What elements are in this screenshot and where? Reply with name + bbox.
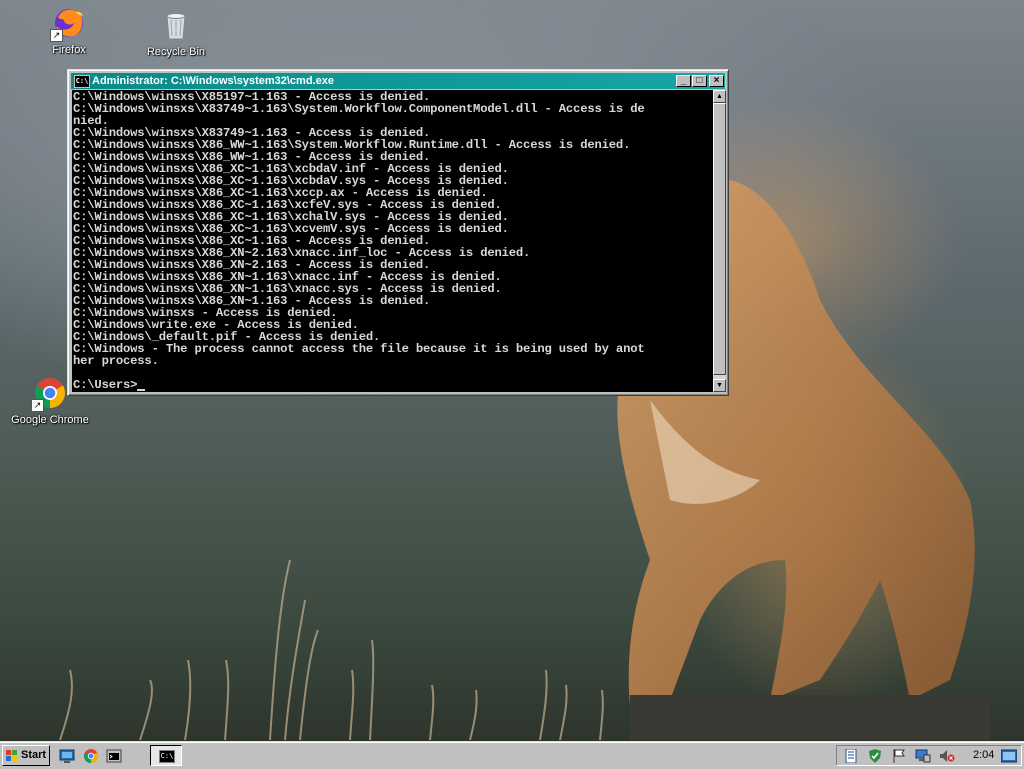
show-desktop-tray-icon[interactable] bbox=[1001, 749, 1017, 763]
volume-muted-icon[interactable] bbox=[939, 749, 955, 763]
console-output[interactable]: C:\Windows\winsxs\X85197~1.163 - Access … bbox=[72, 90, 713, 392]
shield-check-icon[interactable] bbox=[867, 749, 883, 763]
console-line: her process. bbox=[73, 354, 159, 368]
cmd-icon[interactable] bbox=[106, 748, 122, 764]
firefox-icon: ↗ bbox=[50, 6, 86, 42]
windows-logo-icon bbox=[6, 750, 17, 761]
cmd-window[interactable]: C:\ Administrator: C:\Windows\system32\c… bbox=[67, 69, 729, 396]
window-title: Administrator: C:\Windows\system32\cmd.e… bbox=[92, 75, 334, 87]
maximize-button[interactable]: □ bbox=[692, 75, 707, 87]
scroll-down-button[interactable]: ▼ bbox=[713, 379, 726, 392]
close-button[interactable]: × bbox=[709, 75, 724, 87]
desktop-icon-recycle-bin[interactable]: Recycle Bin bbox=[136, 8, 216, 59]
wallpaper-grass bbox=[59, 559, 604, 740]
chrome-icon: ↗ bbox=[31, 376, 67, 412]
scroll-up-button[interactable]: ▲ bbox=[713, 90, 726, 103]
scroll-thumb[interactable] bbox=[713, 103, 726, 375]
start-label: Start bbox=[21, 749, 47, 761]
console-line: C:\Windows\winsxs\X83749~1.163\System.Wo… bbox=[73, 102, 645, 116]
start-button[interactable]: Start bbox=[2, 745, 50, 766]
clock[interactable]: 2:04 bbox=[973, 746, 994, 765]
minimize-button[interactable]: _ bbox=[676, 75, 691, 87]
system-tray: 2:04 bbox=[836, 745, 1022, 766]
command-prompt[interactable]: C:\Users> bbox=[73, 378, 137, 392]
notes-icon[interactable] bbox=[843, 749, 859, 763]
vertical-scrollbar[interactable]: ▲ ▼ bbox=[713, 90, 726, 392]
show-desktop-icon[interactable] bbox=[59, 748, 75, 764]
desktop-icon-label: Google Chrome bbox=[11, 414, 89, 426]
window-titlebar[interactable]: C:\ Administrator: C:\Windows\system32\c… bbox=[71, 73, 725, 89]
cmd-icon: C:\ bbox=[159, 750, 175, 763]
taskbar: Start C:\ 2:04 bbox=[0, 741, 1024, 769]
network-icon[interactable] bbox=[915, 749, 931, 763]
taskbar-button-cmd[interactable]: C:\ bbox=[150, 745, 182, 766]
desktop-icon-label: Recycle Bin bbox=[146, 46, 206, 58]
text-cursor bbox=[137, 389, 146, 391]
chrome-icon[interactable] bbox=[83, 748, 99, 764]
desktop-icon-firefox[interactable]: ↗ Firefox bbox=[29, 6, 109, 57]
desktop-icon-label: Firefox bbox=[52, 44, 86, 56]
cmd-icon: C:\ bbox=[74, 75, 90, 88]
recycle-bin-icon bbox=[159, 8, 193, 42]
flag-icon[interactable] bbox=[891, 749, 907, 763]
